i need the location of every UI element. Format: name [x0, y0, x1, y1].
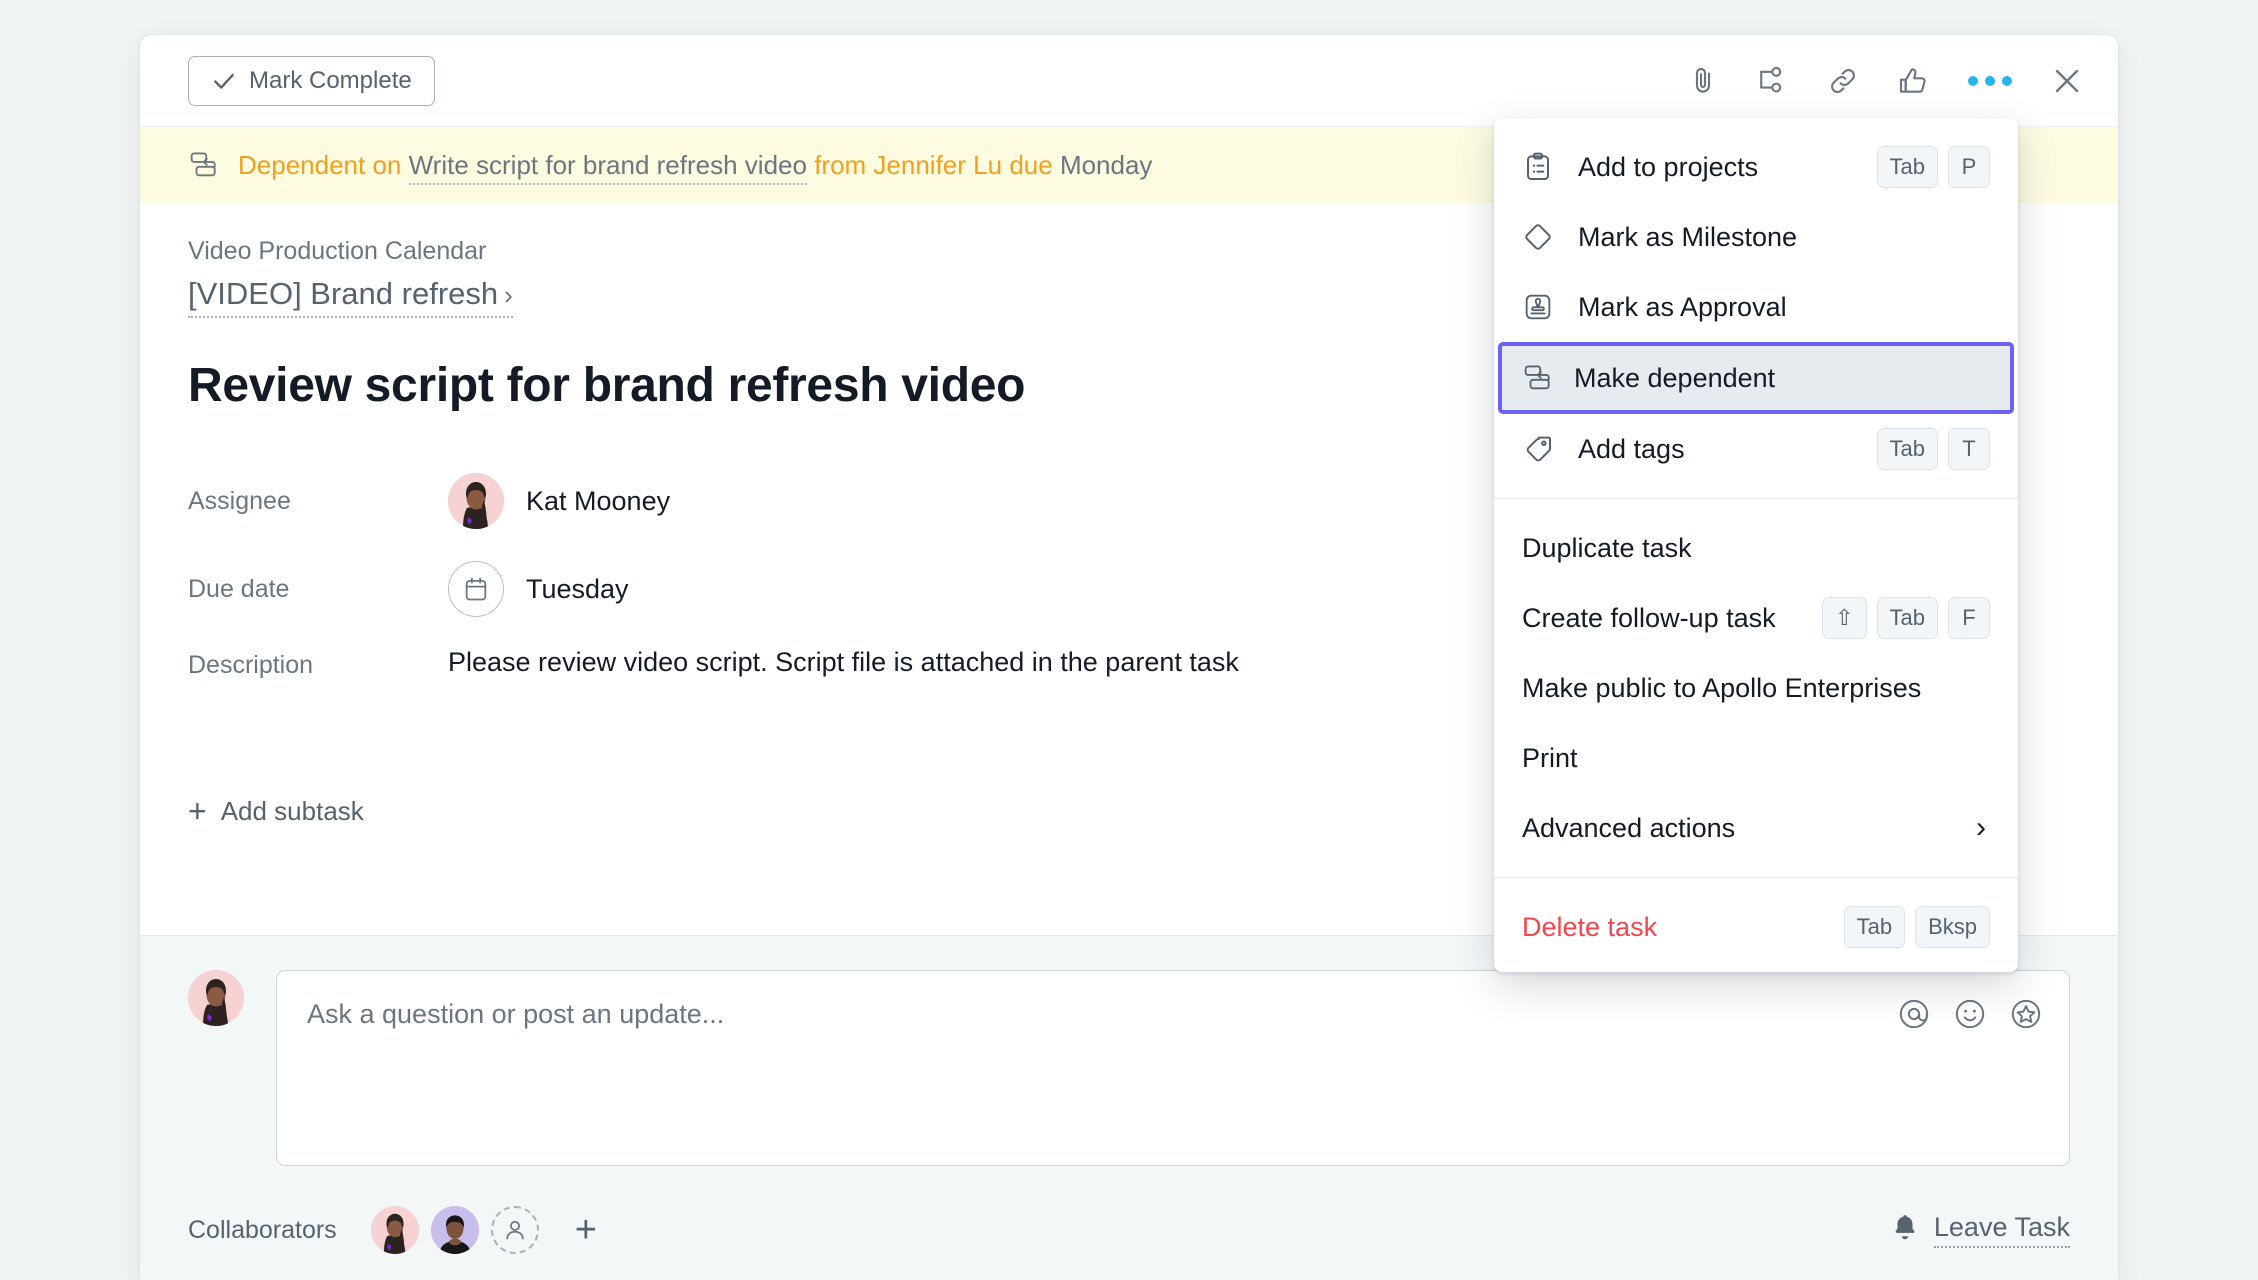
shortcut-key: P	[1948, 146, 1990, 188]
dependency-icon	[188, 150, 222, 180]
menu-item-label: Advanced actions	[1522, 812, 1736, 843]
menu-item-advanced-actions[interactable]: Advanced actions ›	[1502, 793, 2010, 863]
due-date-value[interactable]: Tuesday	[448, 561, 629, 617]
close-icon[interactable]	[2050, 64, 2084, 98]
menu-item-label: Delete task	[1522, 911, 1658, 942]
tag-icon	[1522, 433, 1562, 465]
collaborators-row: Collaborators + Leave Task	[188, 1206, 2070, 1254]
mention-icon[interactable]	[1897, 997, 1931, 1031]
comment-input[interactable]: Ask a question or post an update...	[276, 970, 2070, 1166]
due-date-text: Tuesday	[526, 573, 629, 604]
shortcut-key: Tab	[1876, 146, 1938, 188]
parent-task-label: [VIDEO] Brand refresh	[188, 276, 499, 311]
attachment-icon[interactable]	[1686, 64, 1720, 98]
menu-item-add-to-projects[interactable]: Add to projects Tab P	[1502, 132, 2010, 202]
link-icon[interactable]	[1826, 64, 1860, 98]
assignee-label: Assignee	[188, 486, 291, 515]
shortcut-group: Tab P	[1876, 146, 1990, 188]
collaborator-avatars	[370, 1206, 539, 1254]
person-outline-icon[interactable]	[490, 1206, 539, 1254]
shortcut-key: Tab	[1876, 597, 1938, 639]
like-icon[interactable]	[1896, 64, 1930, 98]
plus-icon: +	[188, 793, 207, 829]
assignee-value[interactable]: Kat Mooney	[448, 473, 670, 529]
dependency-from-label: from	[814, 149, 867, 180]
header-icon-group	[1686, 64, 2084, 98]
stamp-icon	[1522, 291, 1562, 323]
clipboard-list-icon	[1522, 151, 1562, 183]
dependency-task-link[interactable]: Write script for brand refresh video	[408, 149, 807, 185]
leave-task-label: Leave Task	[1933, 1212, 2070, 1248]
menu-divider	[1494, 498, 2018, 499]
subtask-icon[interactable]	[1756, 64, 1790, 98]
menu-item-mark-as-approval[interactable]: Mark as Approval	[1502, 272, 2010, 342]
task-header: Mark Complete	[140, 35, 2118, 127]
menu-item-make-dependent[interactable]: Make dependent	[1498, 342, 2014, 414]
menu-item-create-follow-up-task[interactable]: Create follow-up task ⇧ Tab F	[1502, 583, 2010, 653]
task-footer: Ask a question or post an update... Coll…	[140, 935, 2118, 1280]
assignee-name: Kat Mooney	[526, 485, 671, 516]
menu-item-mark-as-milestone[interactable]: Mark as Milestone	[1502, 202, 2010, 272]
more-actions-menu: Add to projects Tab P Mark as Milestone …	[1494, 118, 2018, 972]
shortcut-group: ⇧ Tab F	[1822, 597, 1990, 639]
menu-item-delete-task[interactable]: Delete task Tab Bksp	[1502, 892, 2010, 962]
menu-item-label: Add to projects	[1578, 151, 1759, 182]
shortcut-key: T	[1948, 428, 1990, 470]
shortcut-key: Tab	[1876, 428, 1938, 470]
dependency-icon	[1522, 363, 1562, 393]
shortcut-group: Tab Bksp	[1843, 906, 1990, 948]
menu-item-label: Make public to Apollo Enterprises	[1522, 672, 1922, 703]
parent-task-link[interactable]: [VIDEO] Brand refresh ›	[188, 276, 513, 318]
dependency-person[interactable]: Jennifer Lu	[873, 150, 1002, 180]
shortcut-key: Bksp	[1915, 906, 1990, 948]
menu-item-label: Make dependent	[1574, 362, 1776, 393]
add-subtask-label: Add subtask	[220, 795, 364, 826]
add-collaborator-button[interactable]: +	[575, 1211, 597, 1249]
description-label: Description	[188, 651, 314, 679]
menu-item-label: Print	[1522, 742, 1578, 773]
menu-item-label: Mark as Approval	[1578, 291, 1787, 322]
menu-item-label: Add tags	[1578, 433, 1685, 464]
emoji-icon[interactable]	[1953, 997, 1987, 1031]
comment-row: Ask a question or post an update...	[188, 970, 2070, 1166]
shortcut-group: Tab T	[1876, 428, 1990, 470]
dependency-due-label: due	[1009, 149, 1053, 180]
bell-icon	[1890, 1212, 1920, 1249]
sticker-icon[interactable]	[2009, 997, 2043, 1031]
chevron-right-icon: ›	[504, 280, 513, 310]
menu-item-label: Duplicate task	[1522, 532, 1692, 563]
comment-icon-group	[1897, 997, 2043, 1031]
collaborators-label: Collaborators	[188, 1215, 337, 1244]
mark-complete-label: Mark Complete	[249, 66, 412, 94]
shortcut-key: ⇧	[1822, 597, 1867, 639]
menu-item-print[interactable]: Print	[1502, 723, 2010, 793]
comment-placeholder: Ask a question or post an update...	[307, 999, 725, 1029]
more-options-icon[interactable]	[1966, 68, 2014, 94]
menu-item-duplicate-task[interactable]: Duplicate task	[1502, 513, 2010, 583]
avatar	[188, 970, 244, 1026]
menu-item-add-tags[interactable]: Add tags Tab T	[1502, 414, 2010, 484]
avatar[interactable]	[448, 473, 504, 529]
leave-task-button[interactable]: Leave Task	[1890, 1212, 2070, 1249]
calendar-icon[interactable]	[448, 561, 504, 617]
avatar[interactable]	[430, 1206, 479, 1254]
avatar[interactable]	[370, 1206, 419, 1254]
menu-item-make-public[interactable]: Make public to Apollo Enterprises	[1502, 653, 2010, 723]
dependency-due-value: Monday	[1059, 149, 1153, 180]
diamond-icon	[1522, 221, 1562, 253]
description-value[interactable]: Please review video script. Script file …	[448, 647, 1239, 678]
shortcut-key: F	[1948, 597, 1990, 639]
menu-item-label: Create follow-up task	[1522, 602, 1776, 633]
dependency-prefix: Dependent on	[238, 149, 402, 180]
menu-divider	[1494, 877, 2018, 878]
dependency-text: Dependent on Write script for brand refr…	[238, 149, 1153, 185]
shortcut-key: Tab	[1843, 906, 1906, 948]
check-icon	[211, 68, 237, 94]
chevron-right-icon: ›	[1976, 811, 1986, 844]
add-subtask-button[interactable]: + Add subtask	[188, 795, 364, 827]
mark-complete-button[interactable]: Mark Complete	[188, 55, 435, 106]
due-date-label: Due date	[188, 574, 290, 603]
menu-item-label: Mark as Milestone	[1578, 221, 1798, 252]
